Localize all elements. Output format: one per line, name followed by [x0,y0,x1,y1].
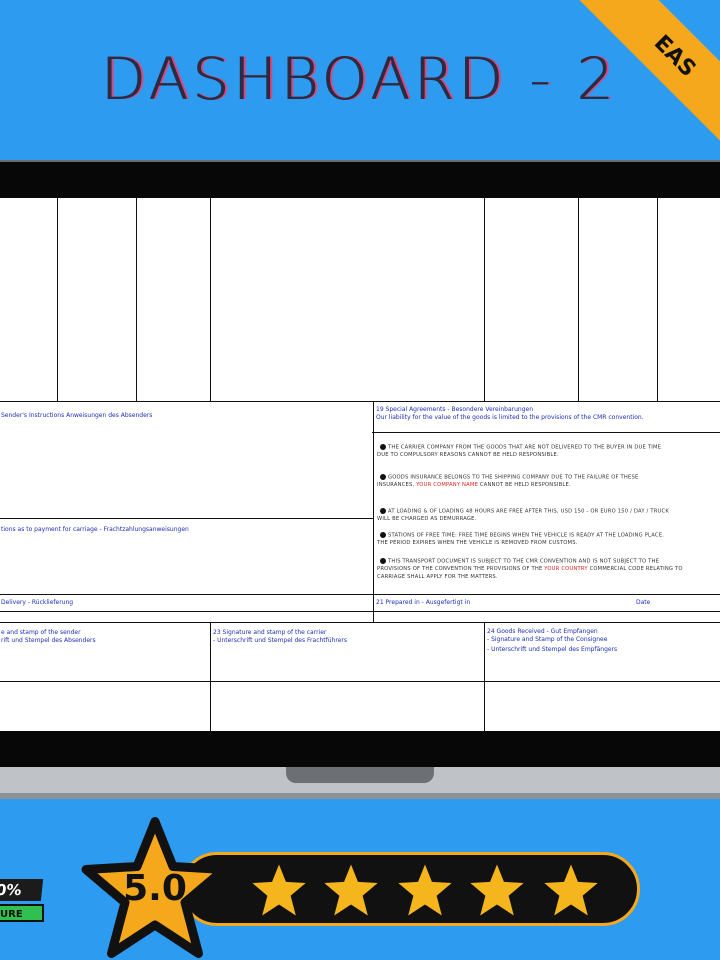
clause-2: GOODS INSURANCE BELONGS TO THE SHIPPING … [380,474,638,482]
consignee-signature-box[interactable]: 24 Goods Received - Gut Empfangen - Sign… [483,622,720,731]
star-icon [470,864,524,916]
special-agreements-label: 19 Special Agreements - Besondere Verein… [376,406,534,413]
country-placeholder: YOUR COUNTRY [544,566,588,572]
column-cell[interactable] [0,198,58,402]
special-agreements-box[interactable]: 19 Special Agreements - Besondere Verein… [372,401,720,595]
clause-5-end: CARRIAGE SHALL APPLY FOR THE MATTERS. [377,574,498,580]
clause-3: AT LOADING & OF LOADING 48 HOURS ARE FRE… [380,508,669,516]
clause-2-cont: INSURANCES, YOUR COMPANY NAME CANNOT BE … [377,482,571,488]
secure-badge-label: URE [0,904,44,922]
carrier-signature-label-de: - Unterschrift und Stempel des Frachtfüh… [213,637,347,644]
column-cell[interactable] [57,198,137,402]
column-cell[interactable] [136,198,211,402]
divider [209,681,484,682]
clause-5-cont: PROVISIONS OF THE CONVENTION THE PROVISI… [377,566,683,572]
payment-label: tions as to payment for carriage - Frach… [1,526,189,533]
delivery-label: Delivery - Rücklieferung [1,599,74,606]
divider [0,611,373,612]
bullet-icon [380,444,386,450]
clause-1-cont: DUE TO COMPULSORY REASONS CANNOT BE HELD… [377,452,559,458]
divider [372,432,720,433]
company-name-placeholder: YOUR COMPANY NAME [416,482,479,488]
page-title: DASHBOARD - 2 [101,45,619,113]
bullet-icon [380,532,386,538]
star-icon [398,864,452,916]
carrier-signature-box[interactable]: 23 Signature and stamp of the carrier - … [209,622,485,731]
bullet-icon [380,474,386,480]
consignee-signature-sub: - Signature and Stamp of the Consignee [487,636,608,643]
clause-1: THE CARRIER COMPANY FROM THE GOODS THAT … [380,444,661,452]
divider [372,611,720,612]
consignee-signature-label: 24 Goods Received - Gut Empfangen [487,628,598,635]
laptop-bezel-bottom [0,731,720,767]
laptop-screen: Sender's Instructions Anweisungen des Ab… [0,198,720,731]
laptop-notch [286,767,434,783]
payment-box[interactable]: tions as to payment for carriage - Frach… [0,518,374,595]
column-cell[interactable] [484,198,579,402]
laptop-bezel-top [0,160,720,198]
rating-score: 5.0 [123,868,187,909]
bullet-icon [380,558,386,564]
carrier-signature-label: 23 Signature and stamp of the carrier [213,629,327,636]
sender-signature-box[interactable]: e and stamp of the sender rift und Stemp… [0,622,211,731]
divider [483,681,720,682]
column-cell[interactable] [578,198,658,402]
clause-5: THIS TRANSPORT DOCUMENT IS SUBJECT TO TH… [380,558,659,566]
star-icon [324,864,378,916]
senders-instructions-box[interactable]: Sender's Instructions Anweisungen des Ab… [0,401,374,519]
column-cell[interactable] [657,198,720,402]
star-icon [252,864,306,916]
sender-signature-label-de: rift und Stempel des Absenders [1,637,96,644]
column-cell[interactable] [210,198,485,402]
senders-instructions-label: Sender's Instructions Anweisungen des Ab… [1,412,153,419]
divider [0,681,210,682]
clause-4-cont: THE PERIOD EXPIRES WHEN THE VEHICLE IS R… [377,540,578,546]
clause-4: STATIONS OF FREE TIME: FREE TIME BEGINS … [380,532,664,540]
prepared-in-label: 21 Prepared in - Ausgefertigt in [376,599,471,606]
ribbon-label: EAS [649,30,701,82]
clause-3-cont: WILL BE CHARGED AS DEMURRAGE. [377,516,477,522]
date-label: Date [636,599,651,606]
liability-note: Our liability for the value of the goods… [376,414,644,421]
sender-signature-label: e and stamp of the sender [1,629,81,636]
guarantee-badge-percent: 0% [0,879,44,901]
consignee-signature-sub-de: - Unterschrift und Stempel des Empfänger… [487,646,618,653]
bullet-icon [380,508,386,514]
star-icon [544,864,598,916]
